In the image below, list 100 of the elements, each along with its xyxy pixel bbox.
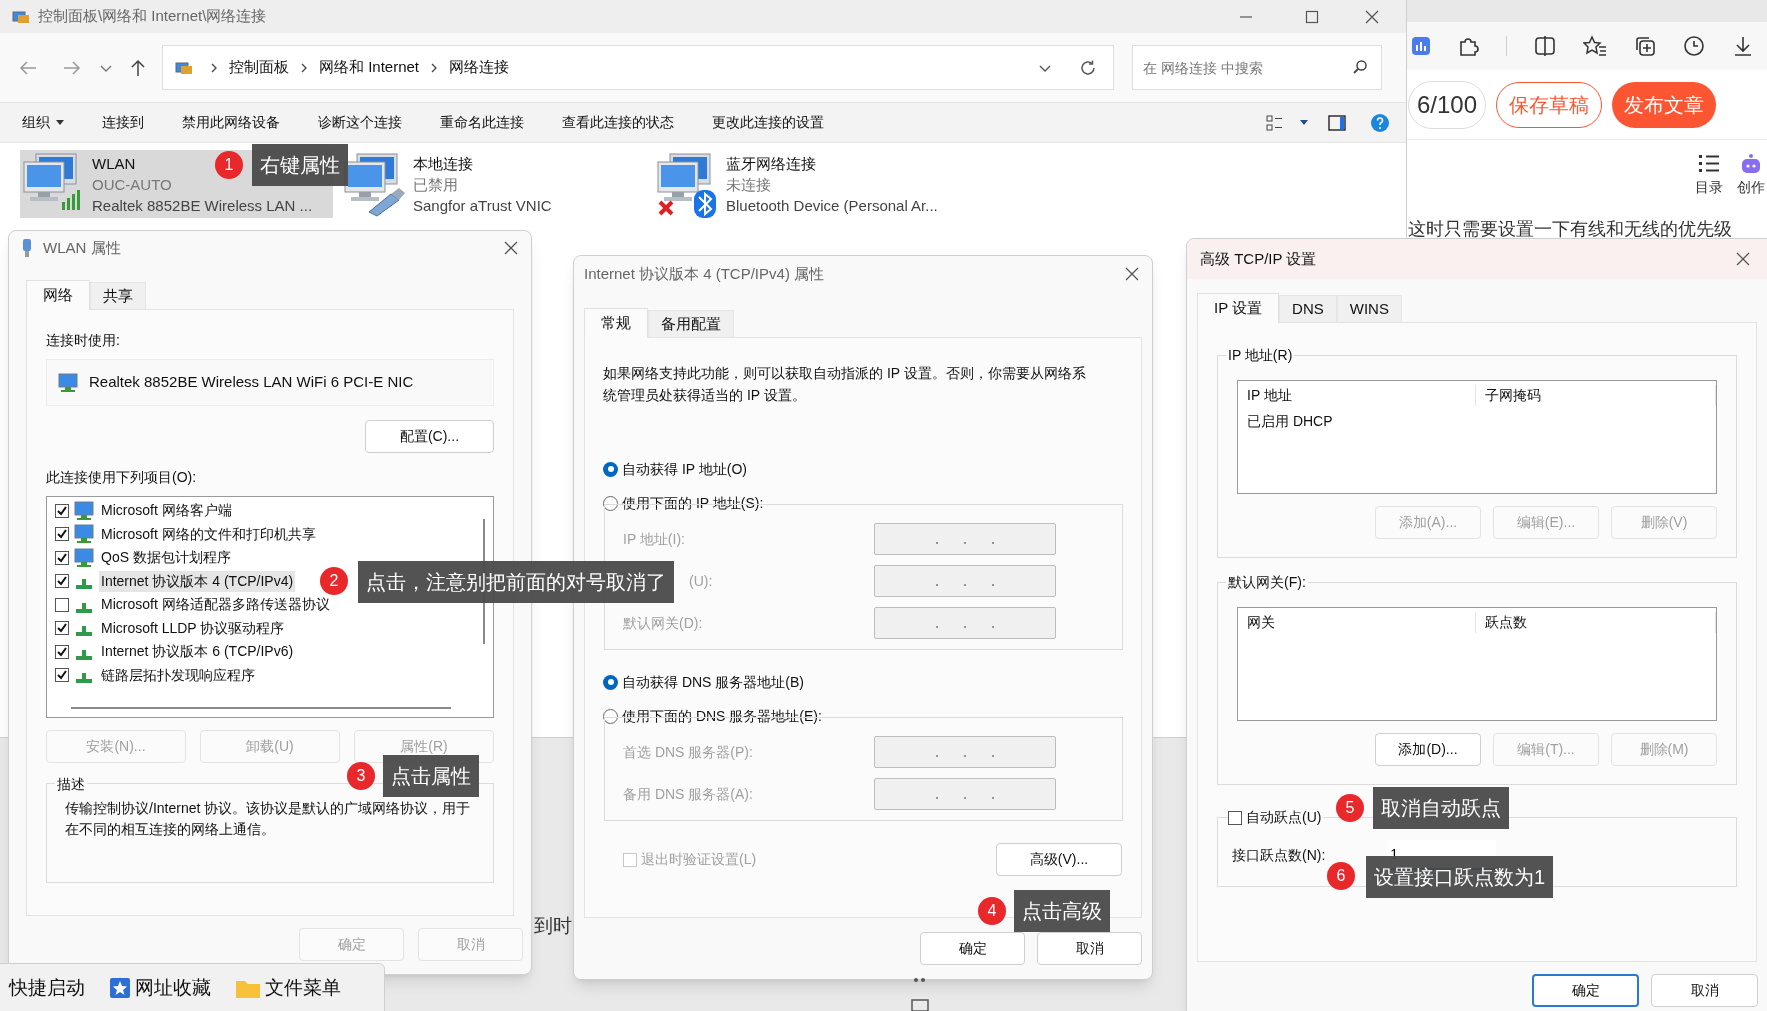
dialog-button[interactable]: 配置(C)... — [365, 420, 494, 453]
close-icon[interactable] — [1364, 8, 1380, 25]
checkbox[interactable] — [55, 644, 69, 659]
cable-computer-icon — [343, 152, 407, 218]
group-label: IP 地址(R) — [1226, 345, 1295, 366]
history-icon[interactable] — [1683, 35, 1705, 57]
quick-launch-item[interactable]: 文件菜单 — [235, 974, 341, 1003]
checkbox[interactable] — [55, 597, 69, 612]
command-button[interactable]: 重命名此连接 — [440, 112, 524, 133]
tab[interactable]: 常规 — [584, 308, 648, 338]
search-icon[interactable] — [1352, 59, 1368, 75]
tab[interactable]: DNS — [1279, 295, 1337, 322]
dialog-button[interactable]: 取消 — [1651, 974, 1758, 1007]
radio-button[interactable] — [603, 708, 618, 724]
callout-tooltip: 点击属性 — [383, 755, 479, 797]
split-screen-icon[interactable] — [1534, 35, 1556, 57]
computer-icon — [73, 524, 95, 545]
command-button[interactable]: 连接到 — [102, 112, 144, 133]
list-item[interactable]: Microsoft 网络适配器多路传送器协议 — [99, 594, 332, 616]
breadcrumb-item[interactable]: 控制面板 — [227, 56, 291, 79]
quick-launch-item[interactable]: 快捷启动 — [9, 974, 85, 1003]
column-header[interactable]: 网关 — [1238, 611, 1476, 633]
tool-label[interactable]: 创作 — [1737, 176, 1765, 198]
address-bar[interactable]: 控制面板 网络和 Internet 网络连接 — [162, 45, 1114, 90]
close-icon[interactable] — [1735, 251, 1751, 267]
dialog-button[interactable]: 取消 — [1037, 932, 1142, 965]
dialog-button[interactable]: 确定 — [1532, 974, 1639, 1007]
radio-button[interactable] — [603, 461, 618, 477]
collections-icon[interactable] — [1634, 35, 1656, 57]
dialog-button[interactable]: 确定 — [920, 932, 1025, 965]
tab[interactable]: IP 设置 — [1197, 293, 1280, 323]
tab[interactable]: 共享 — [90, 282, 146, 309]
checkbox[interactable] — [55, 621, 69, 636]
close-icon[interactable] — [1124, 266, 1140, 282]
column-header[interactable]: IP 地址 — [1238, 384, 1476, 406]
breadcrumb-item[interactable]: 网络连接 — [447, 56, 512, 79]
checkbox[interactable] — [55, 550, 69, 565]
quick-launch-item[interactable]: 网址收藏 — [109, 974, 211, 1003]
radio-label[interactable]: 自动获得 IP 地址(O) — [622, 458, 747, 480]
dialog-button[interactable]: 高级(V)... — [996, 843, 1122, 876]
list-item[interactable]: Microsoft 网络客户端 — [99, 500, 234, 522]
list-item[interactable]: Internet 协议版本 6 (TCP/IPv6) — [99, 641, 296, 663]
checkbox[interactable] — [55, 503, 69, 518]
callout-tooltip: 取消自动跃点 — [1373, 787, 1509, 829]
chart-icon[interactable] — [1412, 37, 1430, 55]
dialog-button[interactable]: 添加(D)... — [1375, 733, 1481, 766]
favorites-icon[interactable] — [1583, 35, 1607, 57]
ip-address-field[interactable] — [874, 736, 1056, 768]
connection-item[interactable]: 蓝牙网络连接 未连接 Bluetooth Device (Personal Ar... — [654, 150, 984, 218]
list-row[interactable]: 已启用 DHCP — [1238, 411, 1716, 432]
outline-icon[interactable] — [1697, 152, 1721, 175]
scrollbar[interactable] — [71, 707, 451, 709]
preview-pane-icon[interactable] — [1328, 114, 1346, 131]
checkbox[interactable] — [55, 527, 69, 542]
refresh-icon[interactable] — [1079, 58, 1097, 77]
download-icon[interactable] — [1732, 35, 1754, 57]
column-header[interactable]: 子网掩码 — [1476, 384, 1716, 406]
command-button[interactable]: 组织 — [22, 112, 64, 133]
description-text: 传输控制协议/Internet 协议。该协议是默认的广域网络协议，用于在不同的相互连接的网络上通信。 — [65, 799, 472, 839]
connection-status: 已禁用 — [413, 175, 458, 195]
search-field[interactable]: 在 网络连接 中搜索 — [1132, 45, 1382, 90]
puzzle-icon[interactable] — [1457, 35, 1479, 57]
checkbox[interactable] — [55, 574, 69, 589]
network-protocol-icon — [76, 626, 92, 637]
breadcrumb-item[interactable]: 网络和 Internet — [317, 56, 422, 79]
command-button[interactable]: 查看此连接的状态 — [562, 112, 674, 133]
view-options-icon[interactable] — [1266, 114, 1284, 131]
tab[interactable]: 网络 — [26, 280, 90, 310]
maximize-icon[interactable] — [1304, 8, 1320, 25]
device-name: Realtek 8852BE Wireless LAN ... — [92, 196, 313, 216]
column-header[interactable]: 跃点数 — [1476, 611, 1716, 633]
checkbox[interactable] — [55, 668, 69, 683]
close-icon[interactable] — [503, 240, 519, 256]
checkbox[interactable] — [1228, 810, 1242, 825]
radio-button[interactable] — [603, 495, 618, 511]
command-button[interactable]: 诊断这个连接 — [318, 112, 402, 133]
ip-address-field[interactable] — [874, 778, 1056, 810]
ip-address-field[interactable] — [874, 565, 1056, 597]
command-button[interactable]: 禁用此网络设备 — [182, 112, 280, 133]
list-item[interactable]: QoS 数据包计划程序 — [99, 547, 233, 569]
tool-label[interactable]: 目录 — [1695, 176, 1723, 198]
list-item[interactable]: 链路层拓扑发现响应程序 — [99, 664, 257, 686]
connection-name: 本地连接 — [413, 154, 473, 174]
article-text: 这时只需要设置一下有线和无线的优先级 — [1407, 218, 1733, 241]
tab[interactable]: WINS — [1336, 295, 1402, 322]
radio-label[interactable]: 自动获得 DNS 服务器地址(B) — [622, 671, 804, 693]
robot-icon[interactable] — [1739, 152, 1763, 175]
radio-button[interactable] — [603, 674, 618, 690]
help-icon[interactable] — [1370, 112, 1390, 133]
list-item[interactable]: Internet 协议版本 4 (TCP/IPv4) — [99, 570, 296, 592]
ip-address-field[interactable] — [874, 607, 1056, 639]
network-folder-icon — [175, 59, 193, 76]
computer-icon — [57, 372, 79, 393]
ip-address-field[interactable] — [874, 523, 1056, 555]
list-item[interactable]: Microsoft 网络的文件和打印机共享 — [99, 523, 318, 545]
tab[interactable]: 备用配置 — [648, 310, 734, 337]
adapter-name: Realtek 8852BE Wireless LAN WiFi 6 PCI-E NIC — [89, 372, 414, 393]
caret-icon[interactable] — [1300, 119, 1308, 126]
list-item[interactable]: Microsoft LLDP 协议驱动程序 — [99, 617, 287, 639]
command-button[interactable]: 更改此连接的设置 — [712, 112, 824, 133]
